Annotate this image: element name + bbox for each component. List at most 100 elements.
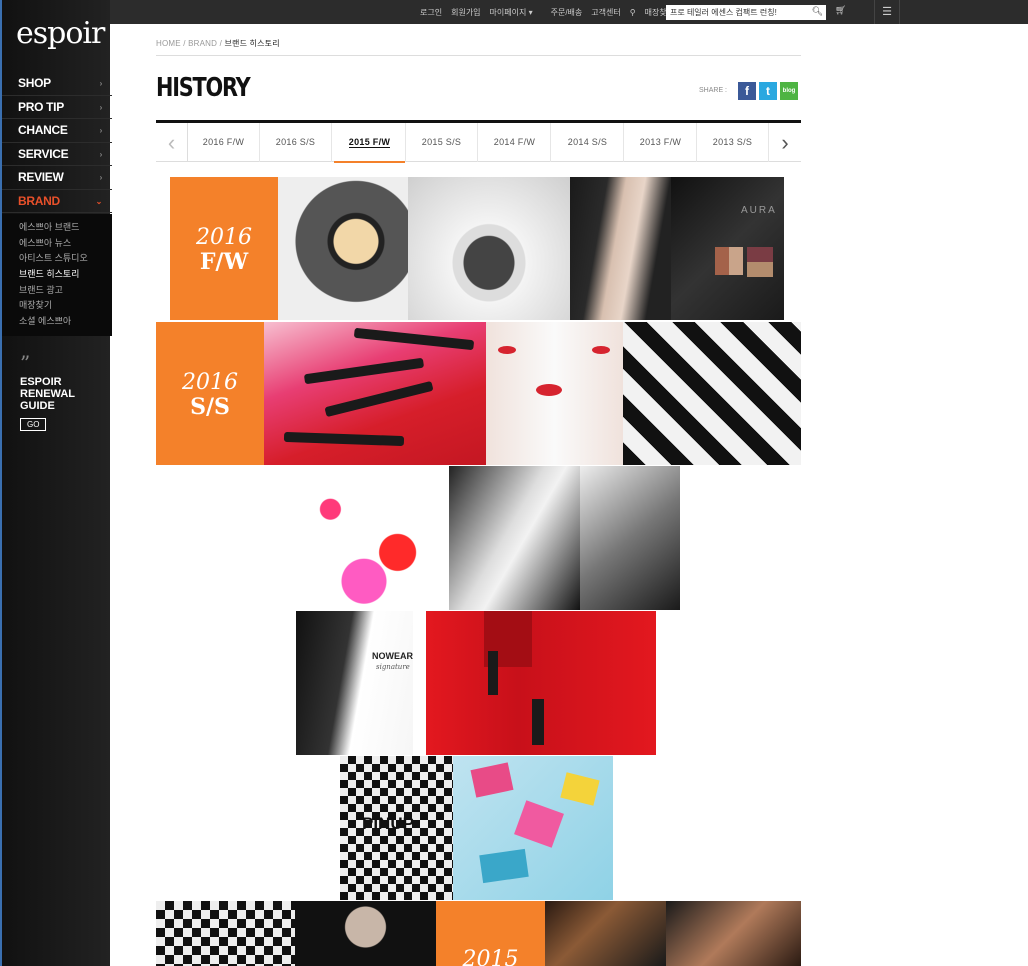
- tabs-next-button[interactable]: ›: [769, 123, 801, 162]
- lips: [536, 384, 562, 396]
- twitter-icon[interactable]: t: [759, 82, 777, 100]
- cart-icon[interactable]: 🛒︎: [835, 5, 846, 16]
- model-portrait-image[interactable]: [570, 177, 671, 320]
- customer-center-link[interactable]: 고객센터: [591, 7, 620, 18]
- cushion-splash-image[interactable]: [408, 177, 570, 320]
- blog-icon[interactable]: blog: [780, 82, 798, 100]
- menu-item-review[interactable]: REVIEW ›: [2, 166, 112, 190]
- espoir-logo[interactable]: espoir: [16, 16, 105, 51]
- renewal-guide-banner[interactable]: ” ESPOIR RENEWAL GUIDE GO: [20, 353, 75, 432]
- breadcrumb-brand[interactable]: BRAND: [188, 39, 217, 48]
- tab-2013-fw[interactable]: 2013 F/W: [625, 123, 697, 162]
- pinup-text: PINUP: [362, 814, 414, 833]
- season-name: S/S: [190, 394, 230, 420]
- tab-label: 2015 F/W: [348, 137, 391, 148]
- brand-submenu: 에스쁘아 브랜드 에스쁘아 뉴스 아티스트 스튜디오 브랜드 히스토리 브랜드 …: [2, 214, 112, 336]
- eyeshadow-palette: [715, 247, 743, 275]
- menu-label: SHOP: [18, 76, 51, 90]
- season-tile-2016-ss[interactable]: 2016 S/S: [156, 322, 264, 465]
- tab-2014-fw[interactable]: 2014 F/W: [479, 123, 551, 162]
- tab-label: 2015 S/S: [421, 137, 462, 147]
- hands-product-image[interactable]: [666, 901, 801, 966]
- submenu-item-brand-ad[interactable]: 브랜드 광고: [19, 283, 112, 299]
- tab-2016-ss[interactable]: 2016 S/S: [260, 123, 332, 162]
- lips: [498, 346, 516, 354]
- tab-2015-ss[interactable]: 2015 S/S: [406, 123, 478, 162]
- eye-palette-image[interactable]: [295, 901, 436, 966]
- palette: [470, 762, 514, 798]
- submenu-item-artist-studio[interactable]: 아티스트 스튜디오: [19, 251, 112, 267]
- season-tile-2015[interactable]: 2015: [436, 901, 545, 966]
- menu-item-brand[interactable]: BRAND ⌄: [2, 190, 112, 213]
- mypage-link[interactable]: 마이페이지 ▾: [490, 7, 533, 18]
- cushion-compact-image[interactable]: [278, 177, 408, 320]
- page-title: HISTORY: [156, 73, 251, 103]
- renewal-line: RENEWAL: [20, 388, 75, 400]
- menu-label: SERVICE: [18, 146, 69, 161]
- renewal-go-button[interactable]: GO: [20, 418, 47, 431]
- menu-item-chance[interactable]: CHANCE ›: [2, 119, 112, 143]
- tab-label: 2013 F/W: [639, 137, 682, 147]
- renewal-line: GUIDE: [20, 400, 55, 412]
- breadcrumb-sep: /: [219, 39, 223, 48]
- red-lips-models-image[interactable]: [486, 322, 623, 465]
- submenu-item-news[interactable]: 에스쁘아 뉴스: [19, 236, 112, 252]
- order-link[interactable]: 주문/배송: [551, 7, 583, 18]
- tab-label: 2014 S/S: [567, 137, 608, 147]
- lip-tint-image[interactable]: [280, 466, 448, 610]
- chevron-down-icon: ⌄: [95, 196, 103, 206]
- tab-2013-ss[interactable]: 2013 S/S: [697, 123, 769, 162]
- menu-label: PRO TIP: [18, 99, 64, 114]
- nowear-model-image[interactable]: NOWEAR signature: [296, 611, 413, 755]
- season-year: 2016: [182, 370, 238, 395]
- tab-2015-fw[interactable]: 2015 F/W: [334, 123, 406, 163]
- palette: [514, 800, 564, 848]
- sidebar: espoir SHOP › PRO TIP › CHANCE › SERVICE › R…: [0, 0, 112, 966]
- red-lipstick-product-image[interactable]: [426, 611, 656, 755]
- chevron-right-icon: ›: [99, 173, 103, 182]
- menu-item-pro-tip[interactable]: PRO TIP ›: [2, 96, 112, 119]
- checker-palette-image[interactable]: [156, 901, 295, 966]
- chevron-right-icon: ›: [99, 149, 103, 159]
- top-links: 로그인 회원가입 마이페이지 ▾ 주문/배송 고객센터 ⚲ 매장찾기: [420, 0, 692, 24]
- submenu-item-social[interactable]: 소셜 에스쁘아: [19, 314, 112, 330]
- facebook-icon[interactable]: f: [738, 82, 756, 100]
- tabs-prev-button[interactable]: ‹: [156, 123, 188, 162]
- eyeliner-product-image[interactable]: [580, 466, 680, 610]
- hamburger-icon[interactable]: ☰: [874, 0, 900, 24]
- season-tile-2016-fw[interactable]: 2016 F/W: [170, 177, 278, 320]
- pinup-products-image[interactable]: [453, 756, 613, 900]
- eyeshadow-checker-image[interactable]: [623, 322, 801, 465]
- top-bar: 로그인 회원가입 마이페이지 ▾ 주문/배송 고객센터 ⚲ 매장찾기 프로 테일러…: [110, 0, 1028, 24]
- renewal-line: ESPOIR: [20, 376, 62, 388]
- submenu-item-brand[interactable]: 에스쁘아 브랜드: [19, 220, 112, 236]
- search-input[interactable]: 프로 테일러 에센스 컴팩트 런칭! 🔍︎: [666, 5, 826, 20]
- tab-label: 2016 F/W: [202, 137, 245, 147]
- submenu-item-brand-history[interactable]: 브랜드 히스토리: [19, 267, 112, 283]
- menu-label: REVIEW: [18, 170, 64, 184]
- breadcrumb-sep: /: [183, 39, 186, 48]
- eyeshadow-palette: [747, 247, 773, 277]
- signup-link[interactable]: 회원가입: [451, 7, 480, 18]
- eyeliner-model-image[interactable]: [449, 466, 580, 610]
- tab-label: 2014 F/W: [493, 137, 536, 147]
- renewal-guide-text: ESPOIR RENEWAL GUIDE: [20, 376, 75, 412]
- tab-label: 2013 S/S: [712, 137, 753, 147]
- season-name: F/W: [199, 249, 249, 275]
- pin-icon: ⚲: [629, 7, 636, 17]
- lipstick: [324, 380, 434, 418]
- pinup-model-image[interactable]: PINUP: [340, 756, 453, 900]
- lipstick-red-image[interactable]: [264, 322, 486, 465]
- menu-item-service[interactable]: SERVICE ›: [2, 143, 112, 166]
- menu-item-shop[interactable]: SHOP ›: [2, 72, 112, 96]
- tab-2016-fw[interactable]: 2016 F/W: [188, 123, 260, 162]
- aura-palette-image[interactable]: AURA: [671, 177, 784, 320]
- login-link[interactable]: 로그인: [420, 7, 442, 18]
- lipstick: [283, 431, 405, 447]
- tab-2014-ss[interactable]: 2014 S/S: [552, 123, 624, 162]
- hands-palette-image[interactable]: [545, 901, 666, 966]
- lipstick: [488, 651, 498, 695]
- submenu-item-store-finder[interactable]: 매장찾기: [19, 298, 112, 314]
- search-icon[interactable]: 🔍︎: [812, 6, 823, 17]
- breadcrumb-home[interactable]: HOME: [156, 39, 181, 48]
